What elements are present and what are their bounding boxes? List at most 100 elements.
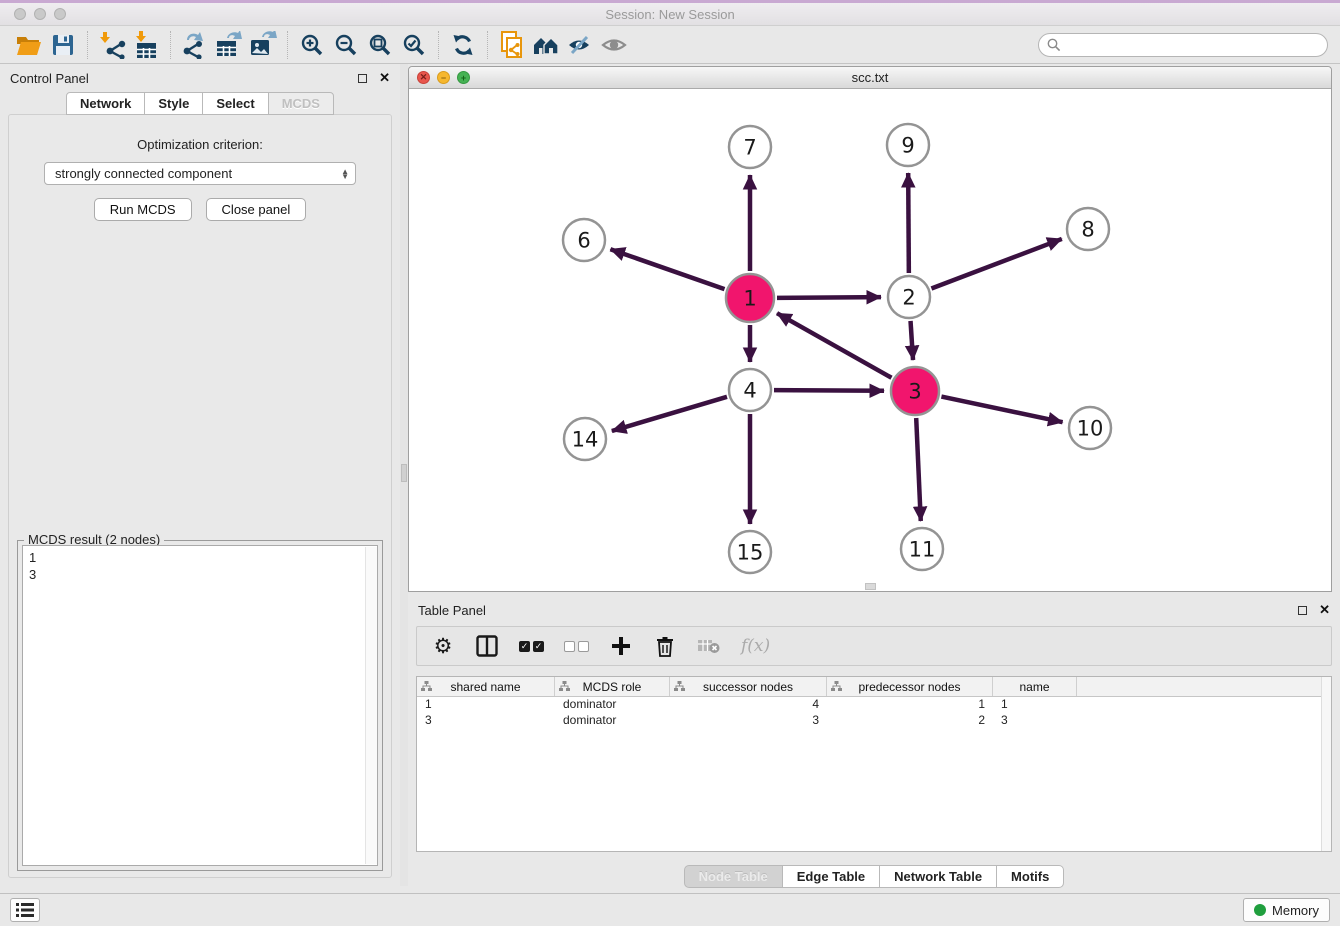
- function-builder-icon: f(x): [741, 633, 770, 659]
- graph-edge-4-14[interactable]: [612, 397, 727, 431]
- search-field: [1038, 33, 1328, 57]
- graph-edge-3-1[interactable]: [777, 313, 891, 378]
- graph-edge-3-10[interactable]: [941, 397, 1062, 423]
- node-table-header: shared nameMCDS role successor nodes prede…: [417, 677, 1331, 697]
- node-table[interactable]: shared nameMCDS role successor nodes prede…: [416, 676, 1332, 852]
- network-view-window: ✕ − + scc.txt 7968124314101511: [408, 66, 1332, 592]
- memory-button[interactable]: Memory: [1243, 898, 1330, 922]
- graph-node-label-3: 3: [908, 380, 921, 404]
- mcds-tab-content: Optimization criterion: strongly connect…: [8, 114, 392, 878]
- graph-node-label-4: 4: [743, 379, 756, 403]
- houses-icon[interactable]: [529, 30, 563, 60]
- table-panel-title: Table Panel: [418, 603, 1298, 618]
- tab-network[interactable]: Network: [66, 92, 145, 115]
- tab-select[interactable]: Select: [202, 92, 268, 115]
- column-header-mcds-role[interactable]: MCDS role: [555, 677, 670, 696]
- zoom-selected-icon[interactable]: [397, 30, 431, 60]
- zoom-fit-icon[interactable]: [363, 30, 397, 60]
- table-close-panel-icon[interactable]: ✕: [1319, 602, 1330, 618]
- column-label: successor nodes: [703, 680, 793, 694]
- column-header-successor-nodes[interactable]: successor nodes: [670, 677, 827, 696]
- network-window-title: scc.txt: [409, 70, 1331, 85]
- tab-mcds[interactable]: MCDS: [268, 92, 334, 115]
- table-panel-tabs: Node TableEdge TableNetwork TableMotifs: [408, 865, 1340, 888]
- graph-node-label-14: 14: [572, 428, 599, 452]
- export-table-icon[interactable]: [212, 30, 246, 60]
- open-session-icon[interactable]: [12, 30, 46, 60]
- column-header-name[interactable]: name: [993, 677, 1077, 696]
- app-titlebar: Session: New Session: [0, 0, 1340, 26]
- run-mcds-button[interactable]: Run MCDS: [94, 198, 192, 221]
- add-column-icon[interactable]: [609, 633, 633, 659]
- column-header-predecessor-nodes[interactable]: predecessor nodes: [827, 677, 993, 696]
- graph-edge-2-9[interactable]: [908, 173, 909, 273]
- graph-edge-1-6[interactable]: [610, 249, 724, 289]
- delete-table-icon: [697, 633, 721, 659]
- optimization-criterion-label: Optimization criterion:: [9, 137, 391, 152]
- graph-node-label-9: 9: [901, 134, 914, 158]
- panel-splitter[interactable]: [400, 64, 408, 886]
- import-network-icon[interactable]: [95, 30, 129, 60]
- table-float-panel-icon[interactable]: [1298, 606, 1307, 615]
- graph-edge-1-2[interactable]: [777, 297, 881, 298]
- table-row[interactable]: 1dominator411: [417, 697, 1331, 713]
- clear-selection-icon[interactable]: [564, 633, 589, 659]
- search-input[interactable]: [1038, 33, 1328, 57]
- table-cell[interactable]: 3: [417, 713, 555, 729]
- graph-node-label-11: 11: [909, 538, 936, 562]
- table-toolbar: ⚙ ✓✓ f(x): [416, 626, 1332, 666]
- float-panel-icon[interactable]: [358, 74, 367, 83]
- select-all-icon[interactable]: ✓✓: [519, 633, 544, 659]
- network-documents-icon[interactable]: [495, 30, 529, 60]
- table-cell[interactable]: 4: [670, 697, 827, 713]
- refresh-layout-icon[interactable]: [446, 30, 480, 60]
- import-table-icon[interactable]: [129, 30, 163, 60]
- split-columns-icon[interactable]: [475, 633, 499, 659]
- eye-slash-icon[interactable]: [563, 30, 597, 60]
- eye-icon[interactable]: [597, 30, 631, 60]
- network-canvas[interactable]: 7968124314101511: [409, 89, 1331, 591]
- table-cell[interactable]: dominator: [555, 713, 670, 729]
- graph-edge-3-11[interactable]: [916, 418, 921, 521]
- tab-node-table[interactable]: Node Table: [684, 865, 783, 888]
- graph-node-label-6: 6: [577, 229, 590, 253]
- zoom-out-icon[interactable]: [329, 30, 363, 60]
- export-image-icon[interactable]: [246, 30, 280, 60]
- splitter-grip[interactable]: [401, 464, 407, 482]
- window-title: Session: New Session: [0, 7, 1340, 22]
- control-panel-tabs: NetworkStyleSelectMCDS: [0, 92, 400, 115]
- delete-column-icon[interactable]: [653, 633, 677, 659]
- tab-motifs[interactable]: Motifs: [996, 865, 1064, 888]
- tab-style[interactable]: Style: [144, 92, 203, 115]
- canvas-scrollbar-thumb[interactable]: [865, 583, 876, 590]
- table-cell[interactable]: 3: [993, 713, 1077, 729]
- table-cell[interactable]: 1: [417, 697, 555, 713]
- close-panel-button[interactable]: Close panel: [206, 198, 307, 221]
- result-scrollbar[interactable]: [365, 547, 377, 864]
- tab-network-table[interactable]: Network Table: [879, 865, 997, 888]
- task-history-button[interactable]: [10, 898, 40, 922]
- graph-node-label-15: 15: [737, 541, 764, 565]
- table-row[interactable]: 3dominator323: [417, 713, 1331, 729]
- table-cell[interactable]: 1: [827, 697, 993, 713]
- gear-icon[interactable]: ⚙: [431, 633, 455, 659]
- tab-edge-table[interactable]: Edge Table: [782, 865, 880, 888]
- export-network-icon[interactable]: [178, 30, 212, 60]
- graph-edge-2-3[interactable]: [911, 321, 913, 360]
- network-window-titlebar[interactable]: ✕ − + scc.txt: [409, 67, 1331, 89]
- table-scrollbar[interactable]: [1321, 677, 1331, 851]
- graph-edge-2-8[interactable]: [931, 239, 1061, 289]
- table-cell[interactable]: 3: [670, 713, 827, 729]
- criterion-dropdown[interactable]: strongly connected component ▲▼: [44, 162, 356, 185]
- table-cell[interactable]: 2: [827, 713, 993, 729]
- hierarchy-icon: [674, 681, 685, 695]
- zoom-in-icon[interactable]: [295, 30, 329, 60]
- save-session-icon[interactable]: [46, 30, 80, 60]
- graph-edge-4-3[interactable]: [774, 390, 884, 391]
- column-header-shared-name[interactable]: shared name: [417, 677, 555, 696]
- close-panel-icon[interactable]: ✕: [379, 70, 390, 86]
- table-cell[interactable]: 1: [993, 697, 1077, 713]
- mcds-result-list[interactable]: 1 3: [22, 545, 378, 866]
- main-toolbar: [0, 26, 1340, 64]
- table-cell[interactable]: dominator: [555, 697, 670, 713]
